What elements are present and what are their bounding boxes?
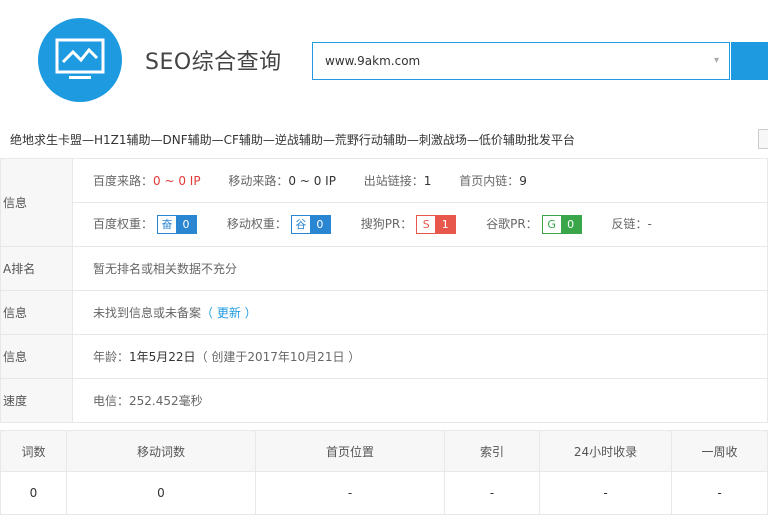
col-header: 24小时收录 bbox=[539, 430, 672, 472]
age-label: 年龄： bbox=[93, 350, 130, 364]
table-row: 信息 百度来路：0 ~ 0 IP 移动来路：0 ~ 0 IP 出站链接：1 首页… bbox=[0, 158, 768, 247]
table-row: 百度权重：奋 0 移动权重：谷 0 搜狗PR： S 1 谷歌PR： G 0 反链：- bbox=[1, 202, 768, 247]
table-cell: - bbox=[255, 471, 445, 515]
update-link[interactable]: （ 更新 ） bbox=[201, 306, 257, 320]
google-icon: G bbox=[542, 216, 561, 233]
home-links-value: 9 bbox=[519, 174, 527, 188]
row-label: 信息 bbox=[0, 290, 73, 335]
mobile-icon: 谷 bbox=[291, 216, 310, 233]
sogou-pr-label: 搜狗PR： bbox=[360, 217, 413, 231]
table-row: 信息 未找到信息或未备案（ 更新 ） bbox=[0, 290, 768, 335]
google-pr-badge[interactable]: G0 bbox=[541, 215, 582, 234]
sogou-icon: S bbox=[417, 216, 436, 233]
baidu-weight-badge[interactable]: 奋0 bbox=[157, 215, 198, 234]
weights-cell: 百度权重：奋 0 移动权重：谷 0 搜狗PR： S 1 谷歌PR： G 0 反链：- bbox=[72, 202, 768, 247]
backlinks[interactable]: 反链：- bbox=[612, 217, 652, 231]
ranking-text: 暂无排名或相关数据不充分 bbox=[72, 246, 768, 291]
mobile-traffic-value: 0 ~ 0 IP bbox=[288, 174, 336, 188]
ad-marquee[interactable]: 绝地求生卡盟—H1Z1辅助—DNF辅助—CF辅助—逆战辅助—荒野行动辅助—刺激战… bbox=[10, 131, 768, 148]
traffic-cell: 百度来路：0 ~ 0 IP 移动来路：0 ~ 0 IP 出站链接：1 首页内链：… bbox=[72, 158, 768, 203]
google-pr-value: 0 bbox=[560, 216, 581, 233]
col-header: 索引 bbox=[444, 430, 540, 472]
table-row: 速度 电信：252.452毫秒 bbox=[0, 378, 768, 423]
row-label: A排名 bbox=[0, 246, 73, 291]
age-note: （ 创建于2017年10月21日 ） bbox=[195, 350, 361, 364]
google-pr-label: 谷歌PR： bbox=[486, 217, 538, 231]
monitor-chart-icon bbox=[55, 38, 105, 79]
table-cell: - bbox=[444, 471, 540, 515]
mobile-weight-badge[interactable]: 谷0 bbox=[290, 215, 331, 234]
baidu-weight-value: 0 bbox=[176, 216, 197, 233]
baidu-traffic-value: 0 ~ 0 IP bbox=[153, 174, 201, 188]
col-header: 词数 bbox=[0, 430, 67, 472]
row-label: 信息 bbox=[0, 334, 73, 379]
baidu-weight-label: 百度权重： bbox=[93, 217, 154, 231]
table-cell: 0 bbox=[66, 471, 256, 515]
baidu-traffic-label: 百度来路： bbox=[93, 174, 154, 188]
col-header: 首页位置 bbox=[255, 430, 445, 472]
keywords-table: 词数 移动词数 首页位置 索引 24小时收录 一周收 0 0 - - - - bbox=[0, 430, 768, 515]
search-input[interactable] bbox=[313, 43, 727, 79]
table-cell: - bbox=[671, 471, 768, 515]
dropdown-caret-icon[interactable]: ▾ bbox=[714, 55, 719, 66]
mobile-weight-label: 移动权重： bbox=[226, 217, 287, 231]
table-cell: 0 bbox=[0, 471, 67, 515]
outbound-links-label: 出站链接： bbox=[363, 174, 424, 188]
marquee-control[interactable] bbox=[758, 129, 768, 149]
baidu-icon: 奋 bbox=[158, 216, 177, 233]
row-label: 信息 bbox=[0, 158, 73, 247]
table-row: 信息 年龄：1年5月22日（ 创建于2017年10月21日 ） bbox=[0, 334, 768, 379]
sogou-pr-badge[interactable]: S1 bbox=[416, 215, 457, 234]
row-label: 速度 bbox=[0, 378, 73, 423]
search-box[interactable]: ▾ bbox=[312, 42, 730, 80]
info-table: 信息 百度来路：0 ~ 0 IP 移动来路：0 ~ 0 IP 出站链接：1 首页… bbox=[0, 158, 768, 423]
outbound-links-value: 1 bbox=[423, 174, 432, 188]
speed-text: 电信：252.452毫秒 bbox=[72, 378, 768, 423]
home-links-label: 首页内链： bbox=[459, 174, 520, 188]
icp-text: 未找到信息或未备案 bbox=[93, 306, 202, 320]
table-row: 0 0 - - - - bbox=[0, 471, 768, 515]
age-value: 1年5月22日 bbox=[129, 350, 196, 364]
mobile-traffic-label: 移动来路： bbox=[228, 174, 289, 188]
col-header: 移动词数 bbox=[66, 430, 256, 472]
table-row: A排名 暂无排名或相关数据不充分 bbox=[0, 246, 768, 291]
col-header: 一周收 bbox=[671, 430, 768, 472]
table-header-row: 词数 移动词数 首页位置 索引 24小时收录 一周收 bbox=[0, 430, 768, 472]
table-cell: - bbox=[539, 471, 672, 515]
sogou-pr-value: 1 bbox=[435, 216, 456, 233]
page-title: SEO综合查询 bbox=[145, 50, 282, 75]
search-button[interactable] bbox=[731, 42, 768, 80]
domain-age-cell: 年龄：1年5月22日（ 创建于2017年10月21日 ） bbox=[72, 334, 768, 379]
mobile-weight-value: 0 bbox=[309, 216, 330, 233]
icp-cell: 未找到信息或未备案（ 更新 ） bbox=[72, 290, 768, 335]
site-logo bbox=[38, 18, 122, 102]
